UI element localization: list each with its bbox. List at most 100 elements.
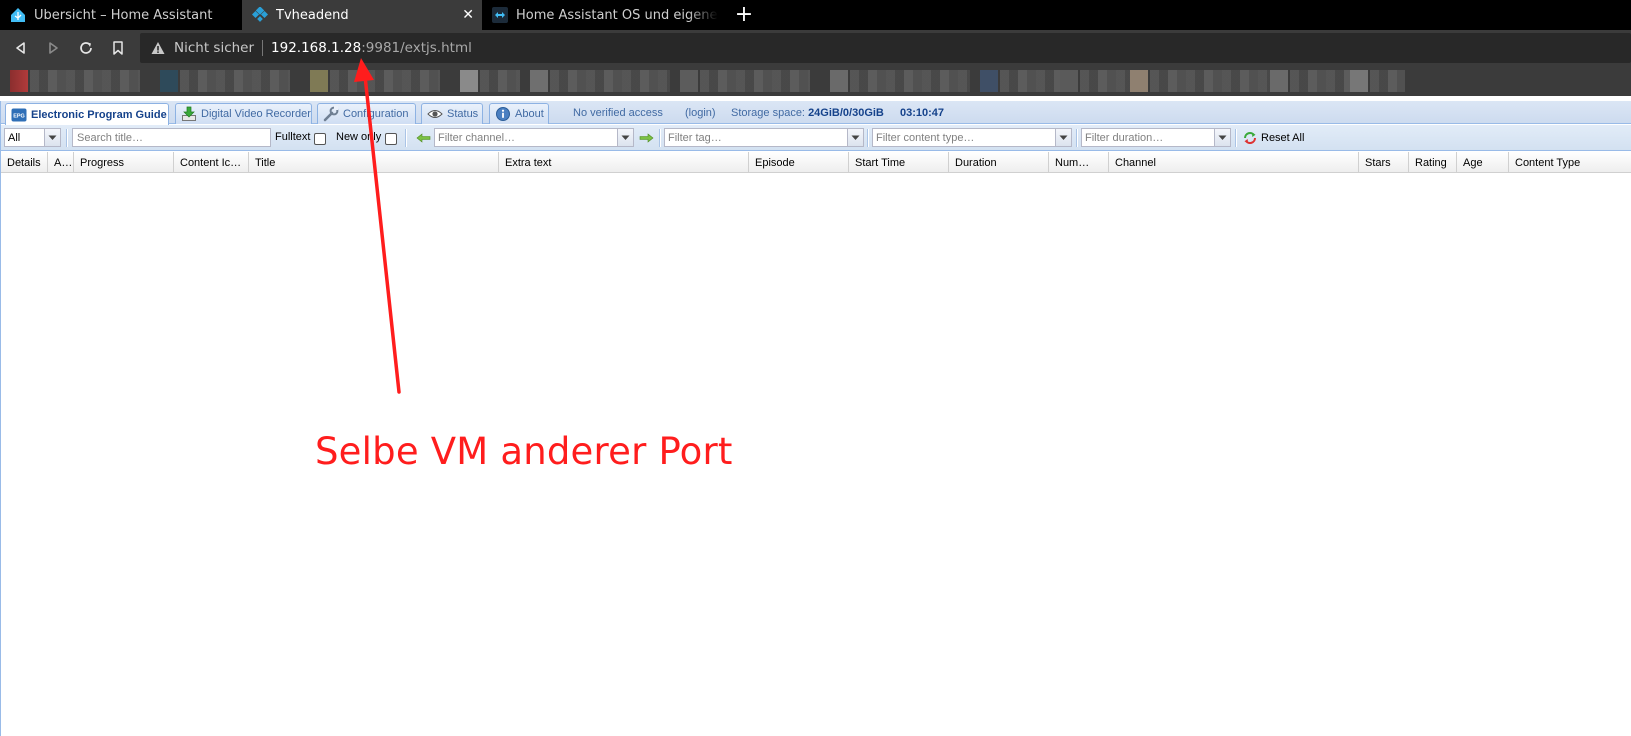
fulltext-label: Fulltext xyxy=(275,131,311,143)
mode-select[interactable]: All xyxy=(4,128,61,147)
close-tab-icon[interactable]: ✕ xyxy=(462,7,474,23)
info-icon xyxy=(495,106,511,122)
epg-grid-body[interactable] xyxy=(1,173,1631,736)
duration-filter-placeholder: Filter duration… xyxy=(1085,131,1164,144)
toolbar-separator xyxy=(659,129,661,147)
bookmark-item[interactable] xyxy=(460,70,520,92)
tab-configuration[interactable]: Configuration xyxy=(317,103,416,124)
url-path: :9981/extjs.html xyxy=(361,40,472,56)
content-type-filter-combo[interactable]: Filter content type… xyxy=(872,128,1072,147)
column-header-extra-text[interactable]: Extra text xyxy=(499,152,749,173)
column-header-autorec[interactable]: A… xyxy=(48,152,74,173)
toolbar-separator xyxy=(405,129,407,147)
column-header-duration[interactable]: Duration xyxy=(949,152,1049,173)
fulltext-checkbox[interactable] xyxy=(314,133,326,145)
browser-tab-forum[interactable]: Home Assistant OS und eigene Do xyxy=(482,0,718,30)
content-type-filter-placeholder: Filter content type… xyxy=(876,131,975,144)
chevron-down-icon[interactable] xyxy=(617,129,633,146)
column-header-number[interactable]: Num… xyxy=(1049,152,1109,173)
duration-filter-combo[interactable]: Filter duration… xyxy=(1081,128,1231,147)
toolbar-separator xyxy=(1076,129,1078,147)
bookmark-item[interactable] xyxy=(530,70,670,92)
tab-digital-video-recorder[interactable]: Digital Video Recorder xyxy=(175,103,312,124)
storage-space: Storage space: 24GiB/0/30GiB xyxy=(731,107,884,119)
login-link[interactable]: (login) xyxy=(685,107,716,119)
tab-label: Configuration xyxy=(343,108,409,120)
tag-filter-combo[interactable]: Filter tag… xyxy=(664,128,864,147)
next-channel-arrow-icon[interactable] xyxy=(638,130,654,146)
tvheadend-icon xyxy=(252,7,268,23)
storage-label: Storage space: xyxy=(731,107,805,119)
column-header-rating[interactable]: Rating xyxy=(1409,152,1457,173)
browser-tab-tvheadend[interactable]: Tvheadend ✕ xyxy=(242,0,482,30)
column-header-details[interactable]: Details xyxy=(1,152,48,173)
new-only-label: New only xyxy=(336,131,382,143)
access-status: No verified access xyxy=(573,107,663,119)
forum-icon xyxy=(492,7,508,23)
column-header-episode[interactable]: Episode xyxy=(749,152,849,173)
channel-filter-placeholder: Filter channel… xyxy=(438,131,516,144)
column-header-content-type[interactable]: Content Type xyxy=(1509,152,1631,173)
bookmark-item[interactable] xyxy=(680,70,810,92)
back-arrow-icon[interactable] xyxy=(11,38,31,58)
column-header-age[interactable]: Age xyxy=(1457,152,1509,173)
tab-label: Digital Video Recorder xyxy=(201,108,311,120)
security-status[interactable]: Nicht sicher xyxy=(174,40,254,56)
tab-title: Home Assistant OS und eigene Do xyxy=(516,7,718,23)
refresh-icon xyxy=(1243,131,1257,145)
main-tab-strip: EPG Electronic Program Guide Digital Vid… xyxy=(1,101,1631,125)
browser-navigation-bar: Nicht sicher 192.168.1.28 :9981/extjs.ht… xyxy=(0,30,1631,66)
bookmark-item[interactable] xyxy=(980,70,1060,92)
mode-value: All xyxy=(8,131,21,144)
chevron-down-icon[interactable] xyxy=(44,129,60,146)
new-tab-button[interactable]: + xyxy=(733,2,755,28)
address-bar[interactable]: Nicht sicher 192.168.1.28 :9981/extjs.ht… xyxy=(140,33,1631,63)
storage-value: 24GiB/0/30GiB xyxy=(808,107,884,119)
home-assistant-icon xyxy=(10,7,26,23)
forward-arrow-icon[interactable] xyxy=(43,38,63,58)
bookmark-item[interactable] xyxy=(10,70,140,92)
tab-label: Status xyxy=(447,108,479,120)
toolbar-separator xyxy=(1235,129,1237,147)
reload-icon[interactable] xyxy=(76,38,96,58)
bookmark-item[interactable] xyxy=(1350,70,1405,92)
tab-title: Tvheadend xyxy=(276,7,349,23)
column-header-start-time[interactable]: Start Time xyxy=(849,152,949,173)
bookmark-item[interactable] xyxy=(1270,70,1350,92)
browser-tab-bar: Übersicht – Home Assistant Tvheadend ✕ H… xyxy=(0,0,1631,30)
new-only-checkbox[interactable] xyxy=(385,133,397,145)
channel-filter-combo[interactable]: Filter channel… xyxy=(434,128,634,147)
warning-icon[interactable] xyxy=(150,40,166,56)
column-header-stars[interactable]: Stars xyxy=(1359,152,1409,173)
column-header-progress[interactable]: Progress xyxy=(74,152,174,173)
tab-status[interactable]: Status xyxy=(421,103,483,124)
chevron-down-icon[interactable] xyxy=(1214,129,1230,146)
reset-all-button[interactable]: Reset All xyxy=(1239,128,1308,148)
bookmark-item[interactable] xyxy=(1130,70,1270,92)
toolbar-separator xyxy=(66,129,68,147)
toolbar-separator xyxy=(867,129,869,147)
bookmark-item[interactable] xyxy=(160,70,290,92)
eye-icon xyxy=(427,106,443,122)
tab-electronic-program-guide[interactable]: EPG Electronic Program Guide xyxy=(5,103,169,125)
server-time: 03:10:47 xyxy=(900,107,945,119)
column-header-channel[interactable]: Channel xyxy=(1109,152,1359,173)
chevron-down-icon[interactable] xyxy=(847,129,863,146)
bookmark-icon[interactable] xyxy=(108,38,128,58)
chevron-down-icon[interactable] xyxy=(1055,129,1071,146)
annotation-text: Selbe VM anderer Port xyxy=(315,430,733,473)
browser-tab-home-assistant[interactable]: Übersicht – Home Assistant xyxy=(0,0,232,30)
previous-channel-arrow-icon[interactable] xyxy=(415,130,431,146)
tab-about[interactable]: About xyxy=(489,103,549,124)
column-header-title[interactable]: Title xyxy=(249,152,499,173)
bookmark-item[interactable] xyxy=(1060,70,1130,92)
url-divider xyxy=(262,40,264,56)
tab-label: Electronic Program Guide xyxy=(31,108,167,121)
tab-title: Übersicht – Home Assistant xyxy=(34,7,213,23)
bookmark-item[interactable] xyxy=(310,70,440,92)
search-title-input[interactable]: Search title… xyxy=(72,128,271,147)
wrench-icon xyxy=(323,106,339,122)
bookmark-item[interactable] xyxy=(830,70,970,92)
bookmarks-bar xyxy=(0,66,1631,96)
column-header-content-icon[interactable]: Content Ic… xyxy=(174,152,249,173)
